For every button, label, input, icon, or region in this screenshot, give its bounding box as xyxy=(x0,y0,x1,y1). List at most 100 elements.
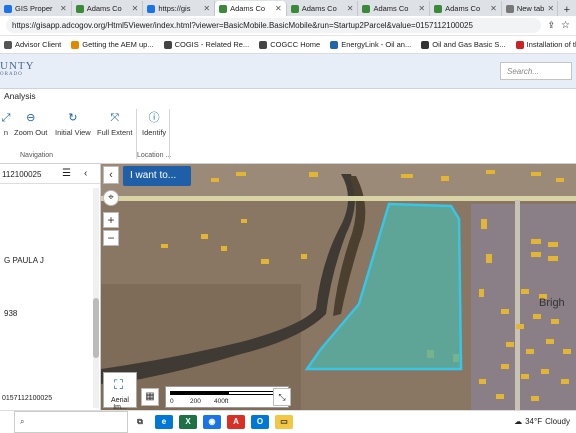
bookmark-favicon-icon xyxy=(330,40,339,49)
close-tab-icon[interactable]: ✕ xyxy=(490,4,497,13)
weather-widget[interactable]: ☁ 34°F Cloudy xyxy=(514,417,576,426)
browser-tab[interactable]: https://gis ✕ xyxy=(143,1,216,16)
panel-header: 112100025 ☰ ‹ xyxy=(0,164,100,184)
group-label-location: Location ... xyxy=(137,152,172,159)
browser-tab[interactable]: Adams Co ✕ xyxy=(72,1,144,16)
zoom-out-icon: ⊖ xyxy=(26,112,36,124)
share-icon[interactable]: ⇪ xyxy=(547,20,555,31)
bookmark-item[interactable]: COGCC Home xyxy=(259,40,320,49)
zoom-out-button[interactable]: ⊖ Zoom Out xyxy=(14,112,47,137)
refresh-icon: ↻ xyxy=(68,112,78,124)
legend-button[interactable]: ▦ xyxy=(141,388,159,406)
tab-favicon-icon xyxy=(505,4,514,13)
close-tab-icon[interactable]: ✕ xyxy=(275,4,282,13)
address-bar-row: https://gisapp.adcogov.org/Html5Viewer/i… xyxy=(0,16,576,36)
bookmark-item[interactable]: Advisor Client xyxy=(4,40,61,49)
zoom-in-button[interactable]: ⤢ n xyxy=(0,112,12,137)
cloud-icon: ☁ xyxy=(514,417,523,426)
tab-favicon-icon xyxy=(219,4,228,13)
chrome-icon[interactable]: ◉ xyxy=(203,414,221,429)
bookmark-item[interactable]: EnergyLink - Oil an... xyxy=(330,40,411,49)
bookmark-item[interactable]: COGIS - Related Re... xyxy=(163,40,249,49)
browser-tab[interactable]: Adams Co ✕ xyxy=(430,1,502,16)
pdf-icon[interactable]: A xyxy=(227,414,245,429)
close-tab-icon[interactable]: ✕ xyxy=(203,4,210,13)
locate-icon[interactable]: ⌖ xyxy=(103,190,119,206)
browser-tab-active[interactable]: Adams Co ✕ xyxy=(215,1,287,16)
owner-name: G PAULA J xyxy=(4,256,44,265)
i-want-to-menu[interactable]: I want to... xyxy=(123,166,191,186)
zoom-in-map-button[interactable]: + xyxy=(103,212,119,228)
browser-tab-strip: GIS Proper ✕ Adams Co ✕ https://gis ✕ Adams… xyxy=(0,0,576,16)
bookmark-favicon-icon xyxy=(71,40,80,49)
scrollbar-thumb[interactable] xyxy=(93,298,99,358)
browser-tab[interactable]: Adams Co ✕ xyxy=(287,1,359,16)
close-tab-icon[interactable]: ✕ xyxy=(132,4,139,13)
task-view-icon[interactable]: ⧉ xyxy=(131,414,149,429)
close-tab-icon[interactable]: ✕ xyxy=(547,4,554,13)
bookmark-item[interactable]: Installation of the L... xyxy=(515,40,576,49)
full-extent-icon: ⤧ xyxy=(110,112,120,124)
footer-parcel-id: 0157112100025 xyxy=(2,395,53,402)
measure-button[interactable]: ⤡ xyxy=(273,388,291,406)
map-label-brigh: Brigh xyxy=(539,297,565,309)
chevron-left-icon[interactable]: ‹ xyxy=(84,168,87,179)
county-logo: UNTY ORADO xyxy=(0,60,35,77)
collapse-panel-button[interactable]: ‹ xyxy=(103,166,119,184)
layers-icon: ⛶ xyxy=(114,377,124,392)
tab-favicon-icon xyxy=(4,4,12,13)
new-tab-plus-icon[interactable]: + xyxy=(558,4,576,16)
app-header: UNTY ORADO Search... xyxy=(0,54,576,89)
browser-tab[interactable]: Adams Co ✕ xyxy=(358,1,431,16)
full-extent-button[interactable]: ⤧ Full Extent xyxy=(97,112,132,137)
edge-icon[interactable]: e xyxy=(155,414,173,429)
basemap-switcher[interactable]: ⛶ Aerial Im... xyxy=(103,372,137,410)
search-icon: ⌕ xyxy=(20,416,25,426)
bookmarks-bar: Advisor Client Getting the AEM up... COG… xyxy=(0,36,576,54)
parcel-id-text: 112100025 xyxy=(2,170,42,179)
close-tab-icon[interactable]: ✕ xyxy=(418,4,425,13)
browser-tab[interactable]: New tab ✕ xyxy=(502,1,558,16)
tab-favicon-icon xyxy=(75,4,84,13)
map-view[interactable]: Brigh ‹ I want to... ⌖ + − ⛶ Aerial Im..… xyxy=(101,164,576,410)
value-text: 938 xyxy=(4,309,18,318)
ribbon-divider xyxy=(169,109,170,159)
outlook-icon[interactable]: O xyxy=(251,414,269,429)
bookmark-favicon-icon xyxy=(515,40,524,49)
bookmark-favicon-icon xyxy=(259,40,268,49)
bookmark-favicon-icon xyxy=(163,40,172,49)
windows-taskbar: ⌕ ⧉ e X ◉ A O ▭ ☁ 34°F Cloudy xyxy=(0,410,576,433)
taskbar-search[interactable]: ⌕ xyxy=(14,410,128,433)
close-tab-icon[interactable]: ✕ xyxy=(347,4,354,13)
url-field[interactable]: https://gisapp.adcogov.org/Html5Viewer/i… xyxy=(6,18,542,33)
tab-favicon-icon xyxy=(362,4,371,13)
toolbar-ribbon: Analysis ⤢ n ⊖ Zoom Out ↻ Initial View ⤧ Ful… xyxy=(0,89,576,164)
zoom-out-map-button[interactable]: − xyxy=(103,230,119,246)
tab-favicon-icon xyxy=(434,4,443,13)
identify-button[interactable]: ⓘ Identify xyxy=(142,112,166,137)
scale-segment xyxy=(170,391,228,395)
bookmark-star-icon[interactable]: ☆ xyxy=(561,20,570,31)
bookmark-favicon-icon xyxy=(421,40,430,49)
browser-tab[interactable]: GIS Proper ✕ xyxy=(0,1,72,16)
scale-label: 0 xyxy=(170,398,174,405)
close-tab-icon[interactable]: ✕ xyxy=(60,4,67,13)
zoom-in-icon: ⤢ xyxy=(1,112,11,124)
panel-scrollbar[interactable] xyxy=(93,188,99,408)
scale-bar: 0 200 400ft xyxy=(165,386,289,408)
group-label-navigation: Navigation xyxy=(20,152,54,159)
initial-view-button[interactable]: ↻ Initial View xyxy=(55,112,91,137)
scale-label: 200 xyxy=(190,398,201,405)
bookmark-favicon-icon xyxy=(4,40,12,49)
info-icon: ⓘ xyxy=(148,112,160,124)
excel-icon[interactable]: X xyxy=(179,414,197,429)
aerial-imagery: Brigh xyxy=(101,164,576,410)
tab-analysis[interactable]: Analysis xyxy=(4,91,36,101)
menu-icon[interactable]: ☰ xyxy=(62,168,71,179)
search-input[interactable]: Search... xyxy=(500,62,572,80)
bookmark-item[interactable]: Oil and Gas Basic S... xyxy=(421,40,506,49)
scale-label: 400ft xyxy=(214,398,229,405)
bookmark-item[interactable]: Getting the AEM up... xyxy=(71,40,154,49)
tab-favicon-icon xyxy=(290,4,299,13)
file-explorer-icon[interactable]: ▭ xyxy=(275,414,293,429)
